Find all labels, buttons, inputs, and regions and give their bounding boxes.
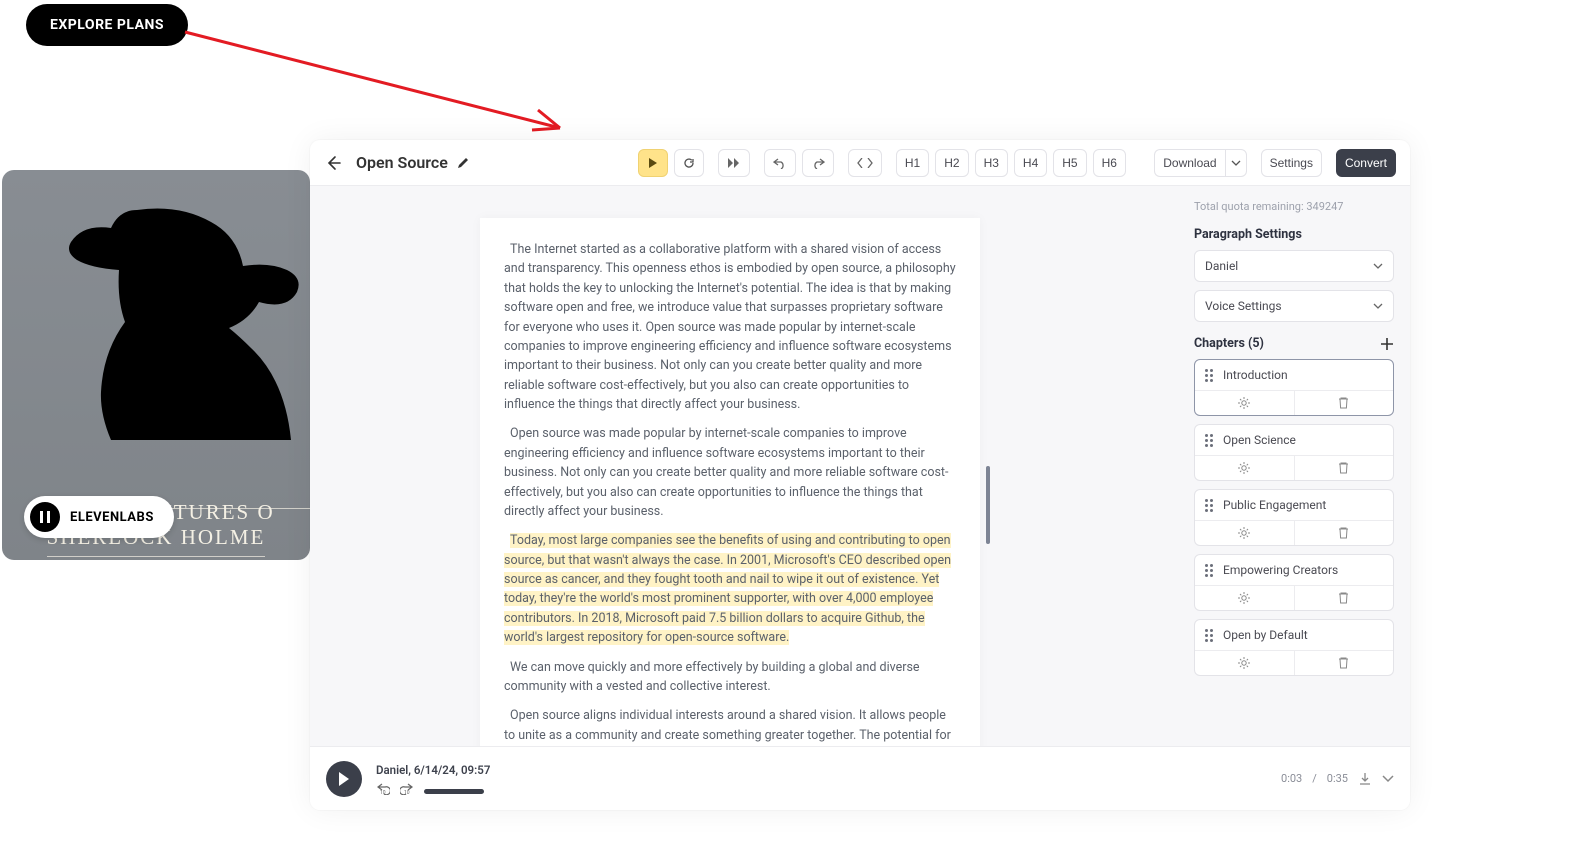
player-time-sep: / [1312, 772, 1317, 785]
chapter-delete-button[interactable] [1295, 391, 1394, 415]
quota-text: Total quota remaining: 349247 [1194, 200, 1394, 213]
heading-h3[interactable]: H3 [975, 149, 1008, 177]
app-panel: Open Source [310, 140, 1410, 810]
skip-button[interactable] [718, 149, 750, 177]
redo-button[interactable] [802, 149, 834, 177]
undo-button[interactable] [764, 149, 796, 177]
chapter-settings-button[interactable] [1195, 586, 1295, 610]
player-forward-button[interactable]: 10 [400, 781, 414, 795]
doc-scroll-thumb[interactable] [986, 466, 990, 544]
chapter-label: Empowering Creators [1223, 563, 1338, 577]
chapter-settings-button[interactable] [1195, 391, 1295, 415]
doc-para-2: Open source was made popular by internet… [504, 424, 956, 521]
doc-para-1: The Internet started as a collaborative … [504, 240, 956, 414]
chapter-item-empowering-creators[interactable]: Empowering Creators [1194, 554, 1394, 611]
heading-h6[interactable]: H6 [1093, 149, 1126, 177]
chapter-delete-button[interactable] [1295, 456, 1394, 480]
back-button[interactable] [324, 154, 342, 172]
player-time-total: 0:35 [1327, 772, 1348, 785]
player-seek-fill[interactable] [424, 789, 484, 794]
player-rewind-button[interactable]: 10 [376, 781, 390, 795]
voice-select[interactable]: Daniel [1194, 250, 1394, 282]
chapter-label: Introduction [1223, 368, 1288, 382]
player-collapse-icon[interactable] [1382, 775, 1394, 783]
settings-button[interactable]: Settings [1261, 149, 1322, 177]
code-button[interactable] [848, 149, 882, 177]
chapter-label: Open Science [1223, 433, 1296, 447]
book-play-label: ELEVENLABS [70, 510, 154, 525]
voice-settings-label: Voice Settings [1205, 299, 1282, 313]
refresh-button[interactable] [674, 149, 704, 177]
svg-text:10: 10 [380, 790, 386, 795]
add-chapter-button[interactable] [1380, 337, 1394, 351]
paragraph-settings-title: Paragraph Settings [1194, 227, 1394, 242]
chapter-item-open-by-default[interactable]: Open by Default [1194, 619, 1394, 676]
topbar: Open Source [310, 140, 1410, 186]
chapter-settings-button[interactable] [1195, 521, 1295, 545]
player-play-button[interactable] [326, 761, 362, 797]
page-title: Open Source [356, 153, 448, 172]
download-menu-button[interactable] [1225, 149, 1247, 177]
chapter-item-open-science[interactable]: Open Science [1194, 424, 1394, 481]
chapters-heading: Chapters (5) [1194, 336, 1264, 351]
doc-para-5: Open source aligns individual interests … [504, 706, 956, 746]
player-meta: Daniel, 6/14/24, 09:57 [376, 763, 490, 777]
book-play-pill[interactable]: ELEVENLABS [24, 496, 174, 538]
drag-handle-icon[interactable] [1205, 369, 1215, 381]
svg-text:10: 10 [404, 790, 410, 795]
chapter-delete-button[interactable] [1295, 586, 1394, 610]
chapter-delete-button[interactable] [1295, 651, 1394, 675]
player-time-current: 0:03 [1281, 772, 1302, 785]
chapter-item-public-engagement[interactable]: Public Engagement [1194, 489, 1394, 546]
drag-handle-icon[interactable] [1205, 629, 1215, 641]
chevron-down-icon [1373, 263, 1383, 269]
convert-button[interactable]: Convert [1336, 149, 1396, 177]
heading-h5[interactable]: H5 [1053, 149, 1086, 177]
sherlock-silhouette [42, 180, 302, 440]
doc-para-4: We can move quickly and more effectively… [504, 658, 956, 697]
drag-handle-icon[interactable] [1205, 499, 1215, 511]
chapter-settings-button[interactable] [1195, 651, 1295, 675]
arrow-annotation [180, 20, 580, 150]
voice-select-value: Daniel [1205, 259, 1238, 273]
heading-h1[interactable]: H1 [896, 149, 929, 177]
chapter-label: Public Engagement [1223, 498, 1326, 512]
chapter-delete-button[interactable] [1295, 521, 1394, 545]
download-button[interactable]: Download [1154, 149, 1224, 177]
heading-h4[interactable]: H4 [1014, 149, 1047, 177]
drag-handle-icon[interactable] [1205, 434, 1215, 446]
player-download-icon[interactable] [1358, 772, 1372, 786]
book-card: THE ADVENTURES O SHERLOCK HOLME ARTHUR C… [2, 170, 310, 560]
heading-h2[interactable]: H2 [935, 149, 968, 177]
side-panel: Total quota remaining: 349247 Paragraph … [1194, 186, 1410, 746]
chapter-label: Open by Default [1223, 628, 1308, 642]
document[interactable]: The Internet started as a collaborative … [480, 218, 980, 746]
pause-icon [30, 502, 60, 532]
chapter-item-introduction[interactable]: Introduction [1194, 359, 1394, 416]
edit-title-icon[interactable] [456, 156, 470, 170]
voice-settings-select[interactable]: Voice Settings [1194, 290, 1394, 322]
player-bar: Daniel, 6/14/24, 09:57 10 10 0:03 / 0:35 [310, 746, 1410, 810]
drag-handle-icon[interactable] [1205, 564, 1215, 576]
chapter-settings-button[interactable] [1195, 456, 1295, 480]
explore-plans-button[interactable]: EXPLORE PLANS [26, 4, 188, 46]
doc-para-highlight: Today, most large companies see the bene… [504, 531, 956, 647]
play-button[interactable] [638, 149, 668, 177]
heading-group: H1 H2 H3 H4 H5 H6 [896, 149, 1126, 177]
chevron-down-icon [1373, 303, 1383, 309]
